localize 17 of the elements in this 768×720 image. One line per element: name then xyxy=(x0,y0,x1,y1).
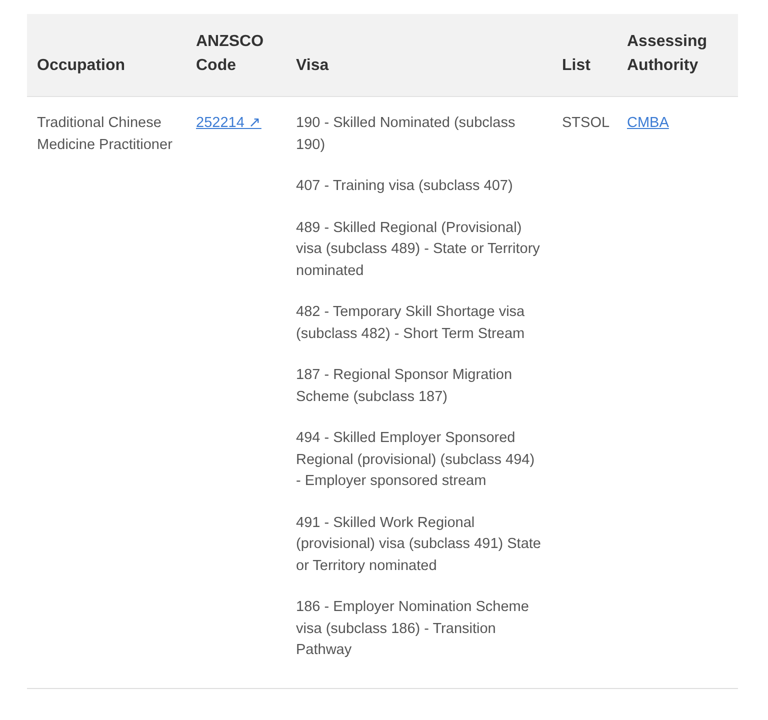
column-header: Occupation xyxy=(27,14,186,96)
visa-text: 187 - Regional Sponsor Migration Scheme (subclass 187) xyxy=(296,366,514,406)
visa-text: 494 - Skilled Employer Sponsored Regional (provisional) (subclass 494) - Employer sponsored stream xyxy=(296,429,536,491)
visa-text: 407 - Training visa (subclass 407) xyxy=(296,177,514,196)
column-header: List xyxy=(552,14,617,96)
anzsco-code-link[interactable]: 252214 ↗ xyxy=(196,115,262,131)
column-header: ANZSCO Code xyxy=(186,14,286,96)
visa-text: 491 - Skilled Work Regional (provisional) visa (subclass 491) State or Territory nominated xyxy=(296,514,542,576)
assessing-authority-link[interactable]: CMBA xyxy=(627,115,669,131)
list-cell: STSOL xyxy=(552,96,617,688)
occupation-cell: Traditional Chinese Medicine Practitioner xyxy=(27,96,186,688)
visa-text: 190 - Skilled Nominated (subclass 190) xyxy=(296,114,516,154)
column-header: Assessing Authority xyxy=(617,14,738,96)
visa-text: 482 - Temporary Skill Shortage visa (subclass 482) - Short Term Stream xyxy=(296,303,526,344)
visa-text: 489 - Skilled Regional (Provisional) visa (subclass 489) - State or Territory nominated xyxy=(296,218,541,280)
column-header: Visa xyxy=(286,14,552,96)
visa-text: 186 - Employer Nomination Scheme visa (subclass 186) - Transition Pathway xyxy=(296,598,530,660)
